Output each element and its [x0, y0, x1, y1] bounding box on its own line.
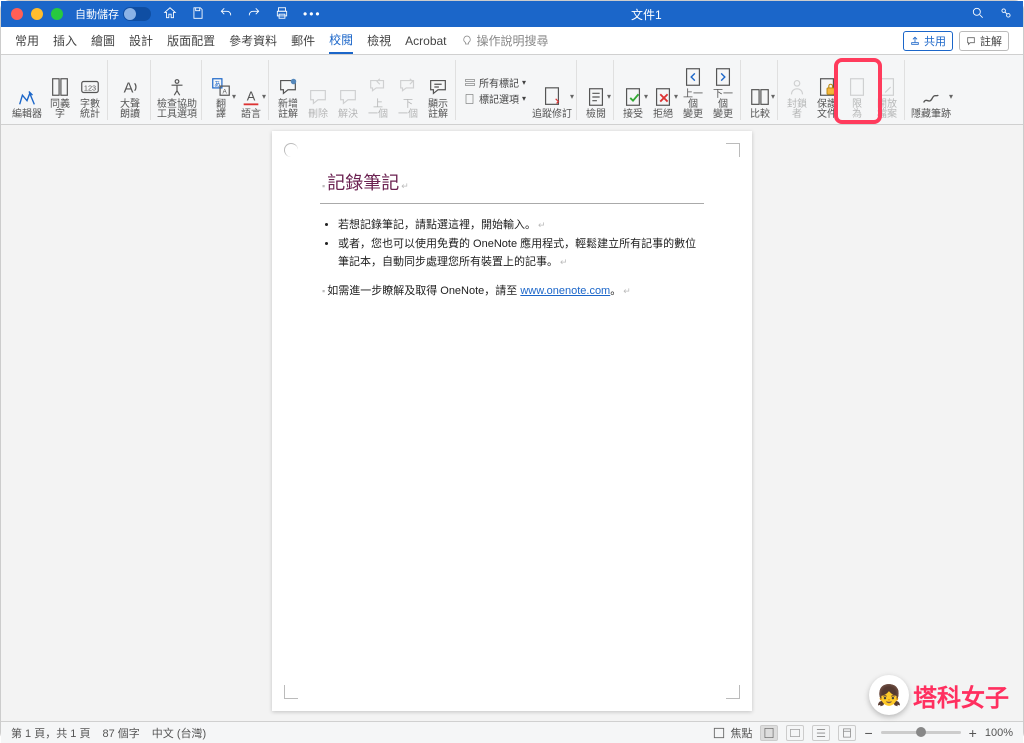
svg-text:A: A — [223, 88, 228, 95]
review-pane-button[interactable]: 檢閱▾ — [583, 62, 609, 120]
watermark-text: 塔科女子 — [913, 678, 1009, 713]
word-count-status[interactable]: 87 個字 — [102, 725, 139, 741]
word-count-button[interactable]: 123字數 統計 — [77, 62, 103, 120]
show-markup-button[interactable]: 標記選項 ▾ — [464, 91, 526, 106]
home-icon[interactable] — [163, 6, 177, 23]
track-changes-button[interactable]: 追蹤修訂▾ — [532, 62, 572, 120]
tab-review[interactable]: 校閱 — [329, 27, 353, 54]
zoom-out-button[interactable]: − — [864, 725, 872, 741]
maximize-window-button[interactable] — [51, 8, 63, 20]
resolve-comment-button[interactable]: 解決 — [335, 62, 361, 120]
next-change-button[interactable]: 下一個 變更 — [710, 62, 736, 120]
doc-heading[interactable]: ▪記錄筆記↵ — [320, 169, 704, 195]
focus-mode-button[interactable]: 焦點 — [712, 725, 752, 741]
page-info[interactable]: 第 1 頁，共 1 頁 — [11, 725, 90, 741]
prev-comment-button[interactable]: 上 一個 — [365, 62, 391, 120]
close-window-button[interactable] — [11, 8, 23, 20]
print-icon[interactable] — [275, 6, 289, 23]
crop-mark-icon — [284, 685, 298, 699]
tab-draw[interactable]: 繪圖 — [91, 28, 115, 53]
statusbar: 第 1 頁，共 1 頁 87 個字 中文 (台灣) 焦點 − + 100% — [1, 721, 1023, 743]
svg-text:A: A — [247, 88, 256, 103]
window-controls — [11, 8, 63, 20]
zoom-level[interactable]: 100% — [985, 727, 1013, 739]
save-icon[interactable] — [191, 6, 205, 23]
crop-mark-icon — [726, 143, 740, 157]
next-comment-button[interactable]: 下 一個 — [395, 62, 421, 120]
show-comments-button[interactable]: 顯示 註解 — [425, 62, 451, 120]
delete-comment-button[interactable]: 刪除 — [305, 62, 331, 120]
crop-mark-icon — [284, 143, 298, 157]
tab-mailings[interactable]: 郵件 — [291, 28, 315, 53]
prev-change-button[interactable]: 上一個 變更 — [680, 62, 706, 120]
quick-access-toolbar: ••• — [163, 6, 322, 23]
accept-button[interactable]: 接受▾ — [620, 62, 646, 120]
protect-document-button[interactable]: 保護 文件 — [814, 62, 840, 120]
watermark: 👧 塔科女子 — [869, 675, 1009, 715]
restrict-edit-button[interactable]: 限 為 — [844, 62, 870, 120]
redo-icon[interactable] — [247, 6, 261, 23]
zoom-in-button[interactable]: + — [969, 725, 977, 741]
share-activity-icon[interactable] — [999, 6, 1013, 23]
track-changes-toggle[interactable]: 所有標記 ▾ — [464, 75, 526, 90]
tab-insert[interactable]: 插入 — [53, 28, 77, 53]
document-workspace[interactable]: ▪記錄筆記↵ 若想記錄筆記，請點選這裡，開始輸入。↵ 或者，您也可以使用免費的 … — [1, 125, 1023, 721]
list-item: 或者，您也可以使用免費的 OneNote 應用程式，輕鬆建立所有記事的數位筆記本… — [338, 235, 704, 272]
tab-layout[interactable]: 版面配置 — [167, 28, 215, 53]
thesaurus-button[interactable]: 同義 字 — [47, 62, 73, 120]
zoom-slider[interactable] — [881, 731, 961, 734]
search-icon[interactable] — [971, 6, 985, 23]
tab-references[interactable]: 參考資料 — [229, 28, 277, 53]
ribbon-tabs: 常用 插入 繪圖 設計 版面配置 參考資料 郵件 校閱 檢視 Acrobat 操… — [1, 27, 1023, 55]
tab-home[interactable]: 常用 — [15, 28, 39, 53]
reject-button[interactable]: 拒絕▾ — [650, 62, 676, 120]
svg-text:123: 123 — [84, 83, 96, 92]
compare-button[interactable]: 比較▾ — [747, 62, 773, 120]
block-authors-button[interactable]: 封鎖 者 — [784, 62, 810, 120]
document-title: 文件1 — [322, 6, 971, 23]
document-page[interactable]: ▪記錄筆記↵ 若想記錄筆記，請點選這裡，開始輸入。↵ 或者，您也可以使用免費的 … — [272, 131, 752, 711]
tab-view[interactable]: 檢視 — [367, 28, 391, 53]
language-status[interactable]: 中文 (台灣) — [152, 725, 206, 741]
doc-body[interactable]: 若想記錄筆記，請點選這裡，開始輸入。↵ 或者，您也可以使用免費的 OneNote… — [320, 216, 704, 298]
onenote-link[interactable]: www.onenote.com — [520, 285, 610, 297]
svg-text:A: A — [124, 80, 134, 96]
undo-icon[interactable] — [219, 6, 233, 23]
hide-ink-button[interactable]: 隱藏筆跡▾ — [911, 62, 951, 120]
autosave-label: 自動儲存 — [75, 6, 119, 22]
new-comment-button[interactable]: 新增 註解 — [275, 62, 301, 120]
tab-acrobat[interactable]: Acrobat — [405, 30, 446, 52]
divider — [320, 203, 704, 204]
comments-button[interactable]: 註解 — [959, 31, 1009, 51]
ribbon: 編輯器 同義 字 123字數 統計 A大聲 朗讀 檢查協助 工具選項 あA翻 譯… — [1, 55, 1023, 125]
tab-design[interactable]: 設計 — [129, 28, 153, 53]
watermark-avatar-icon: 👧 — [869, 675, 909, 715]
doc-note[interactable]: ▪如需進一步瞭解及取得 OneNote，請至 www.onenote.com。↵ — [320, 282, 704, 298]
tell-me-label: 操作說明搜尋 — [477, 32, 549, 49]
translate-button[interactable]: あA翻 譯▾ — [208, 62, 234, 120]
read-aloud-button[interactable]: A大聲 朗讀 — [114, 62, 146, 120]
language-button[interactable]: A語言▾ — [238, 62, 264, 120]
autosave-toggle[interactable] — [123, 7, 151, 21]
minimize-window-button[interactable] — [31, 8, 43, 20]
draft-view-button[interactable] — [838, 725, 856, 741]
print-layout-view-button[interactable] — [760, 725, 778, 741]
more-icon[interactable]: ••• — [303, 7, 322, 21]
tell-me-search[interactable]: 操作說明搜尋 — [461, 32, 549, 49]
editor-button[interactable]: 編輯器 — [11, 62, 43, 120]
outline-view-button[interactable] — [812, 725, 830, 741]
share-button[interactable]: 共用 — [903, 31, 953, 51]
crop-mark-icon — [726, 685, 740, 699]
accessibility-button[interactable]: 檢查協助 工具選項 — [157, 62, 197, 120]
list-item: 若想記錄筆記，請點選這裡，開始輸入。↵ — [338, 216, 704, 235]
open-file-button[interactable]: 開放 檔案 — [874, 62, 900, 120]
titlebar: 自動儲存 ••• 文件1 — [1, 1, 1023, 27]
web-layout-view-button[interactable] — [786, 725, 804, 741]
